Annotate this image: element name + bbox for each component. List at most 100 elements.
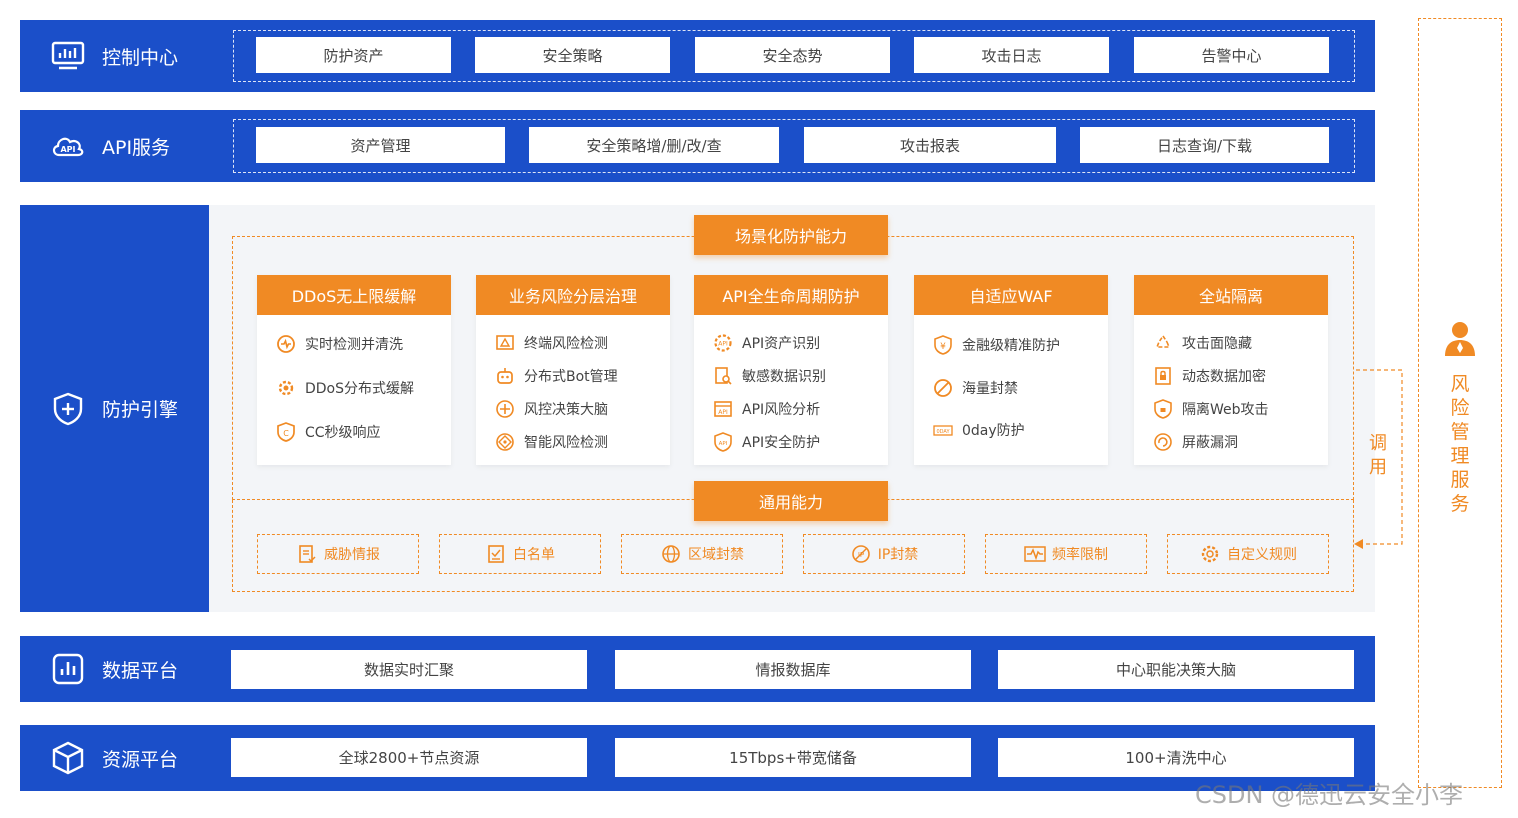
resource-platform-band: 资源平台 全球2800+节点资源 15Tbps+带宽储备 100+清洗中心 bbox=[20, 725, 1375, 791]
target-icon bbox=[494, 398, 516, 420]
document-search-icon bbox=[712, 365, 734, 387]
feature-terminal-risk: 终端风险检测 bbox=[494, 332, 608, 354]
feature-isolate-web: 隔离Web攻击 bbox=[1152, 398, 1269, 420]
svg-text:0DAY: 0DAY bbox=[936, 429, 950, 435]
general-threat-intel[interactable]: 威胁情报 bbox=[257, 534, 419, 574]
bot-icon bbox=[494, 365, 516, 387]
feature-attack-surface: 攻击面隐藏 bbox=[1152, 332, 1252, 354]
scenario-title-badge: 场景化防护能力 bbox=[694, 215, 888, 255]
user-icon bbox=[1445, 322, 1475, 356]
svg-text:API: API bbox=[719, 441, 728, 447]
general-custom-rule[interactable]: 自定义规则 bbox=[1167, 534, 1329, 574]
control-center-title: 控制中心 bbox=[102, 46, 179, 69]
feature-realtime-scrub: 实时检测并清洗 bbox=[275, 333, 403, 355]
resource-item-scrubbing-centers[interactable]: 100+清洗中心 bbox=[998, 738, 1354, 777]
control-center-label: 控制中心 bbox=[50, 20, 178, 92]
svg-text:API: API bbox=[718, 341, 728, 348]
api-item-log-query[interactable]: 日志查询/下载 bbox=[1080, 127, 1329, 163]
ban-icon bbox=[932, 377, 954, 399]
general-ip-block[interactable]: IP IP封禁 bbox=[803, 534, 965, 574]
lock-doc-icon bbox=[1152, 365, 1174, 387]
api-window-icon: API bbox=[712, 398, 734, 420]
control-center-band: 控制中心 防护资产 安全策略 安全态势 攻击日志 告警中心 bbox=[20, 20, 1375, 92]
feature-bot-management: 分布式Bot管理 bbox=[494, 365, 618, 387]
api-item-policy-crud[interactable]: 安全策略增/删/改/查 bbox=[529, 127, 779, 163]
control-item-protected-assets[interactable]: 防护资产 bbox=[256, 37, 451, 73]
control-item-security-policy[interactable]: 安全策略 bbox=[475, 37, 670, 73]
monitor-chart-icon bbox=[50, 38, 86, 74]
feature-mask-vuln: 屏蔽漏洞 bbox=[1152, 431, 1238, 453]
engine-label-panel: 防护引擎 bbox=[20, 205, 209, 612]
card-business-risk: 业务风险分层治理 终端风险检测 分布式Bot管理 风控决策大脑 智能风险检测 bbox=[476, 275, 670, 465]
feature-ddos-distributed: DDoS分布式缓解 bbox=[275, 377, 414, 399]
api-gear-icon: API bbox=[712, 332, 734, 354]
waveform-icon bbox=[1024, 543, 1046, 565]
api-item-attack-report[interactable]: 攻击报表 bbox=[804, 127, 1056, 163]
card-api-lifecycle: API全生命周期防护 API API资产识别 敏感数据识别 API API风险分… bbox=[694, 275, 888, 465]
card-ddos: DDoS无上限缓解 实时检测并清洗 DDoS分布式缓解 C CC秒级响应 bbox=[257, 275, 451, 465]
feature-risk-brain: 风控决策大脑 bbox=[494, 398, 608, 420]
svg-text:¥: ¥ bbox=[940, 342, 946, 352]
gear-icon bbox=[1199, 543, 1221, 565]
feature-mass-block: 海量封禁 bbox=[932, 377, 1018, 399]
data-platform-title: 数据平台 bbox=[102, 659, 179, 682]
data-platform-band: 数据平台 数据实时汇聚 情报数据库 中心职能决策大脑 bbox=[20, 636, 1375, 702]
call-label: 调 用 bbox=[1369, 433, 1387, 478]
shield-c-icon: C bbox=[275, 421, 297, 443]
general-rate-limit[interactable]: 频率限制 bbox=[985, 534, 1147, 574]
engine-label: 防护引擎 bbox=[50, 205, 178, 612]
data-platform-label: 数据平台 bbox=[50, 636, 178, 702]
resource-platform-title: 资源平台 bbox=[102, 748, 179, 771]
shield-lock-icon bbox=[1152, 398, 1174, 420]
data-item-intel-database[interactable]: 情报数据库 bbox=[615, 650, 971, 689]
feature-dynamic-encryption: 动态数据加密 bbox=[1152, 365, 1266, 387]
api-item-asset-management[interactable]: 资产管理 bbox=[256, 127, 505, 163]
shield-yen-icon: ¥ bbox=[932, 334, 954, 356]
feature-0day: 0DAY 0day防护 bbox=[932, 419, 1025, 441]
ip-ban-icon: IP bbox=[850, 543, 872, 565]
control-item-attack-log[interactable]: 攻击日志 bbox=[914, 37, 1109, 73]
card-api-lifecycle-title: API全生命周期防护 bbox=[694, 275, 888, 315]
svg-text:API: API bbox=[718, 409, 728, 416]
general-region-block[interactable]: 区域封禁 bbox=[621, 534, 783, 574]
data-item-decision-brain[interactable]: 中心职能决策大脑 bbox=[998, 650, 1354, 689]
data-item-realtime-aggregation[interactable]: 数据实时汇聚 bbox=[231, 650, 587, 689]
gear-icon bbox=[275, 377, 297, 399]
feature-sensitive-data: 敏感数据识别 bbox=[712, 365, 826, 387]
general-whitelist[interactable]: 白名单 bbox=[439, 534, 601, 574]
feature-api-risk: API API风险分析 bbox=[712, 398, 820, 420]
card-site-isolation: 全站隔离 攻击面隐藏 动态数据加密 隔离Web攻击 屏蔽漏洞 bbox=[1134, 275, 1328, 465]
globe-icon bbox=[660, 543, 682, 565]
control-item-alert-center[interactable]: 告警中心 bbox=[1134, 37, 1329, 73]
feature-financial-grade: ¥ 金融级精准防护 bbox=[932, 334, 1060, 356]
resource-platform-label: 资源平台 bbox=[50, 725, 178, 791]
card-site-isolation-title: 全站隔离 bbox=[1134, 275, 1328, 315]
feature-cc-response: C CC秒级响应 bbox=[275, 421, 381, 443]
checklist-icon bbox=[485, 543, 507, 565]
resource-item-bandwidth[interactable]: 15Tbps+带宽储备 bbox=[615, 738, 971, 777]
control-item-security-posture[interactable]: 安全态势 bbox=[695, 37, 890, 73]
recycle-icon bbox=[1152, 332, 1174, 354]
feature-smart-risk: 智能风险检测 bbox=[494, 431, 608, 453]
engine-title: 防护引擎 bbox=[102, 399, 179, 421]
bar-chart-icon bbox=[50, 651, 86, 687]
risk-service-label: 风 险 管 理 服 务 bbox=[1450, 373, 1470, 515]
document-check-icon bbox=[296, 543, 318, 565]
card-business-risk-title: 业务风险分层治理 bbox=[476, 275, 670, 315]
card-adaptive-waf: 自适应WAF ¥ 金融级精准防护 海量封禁 0DAY 0day防护 bbox=[914, 275, 1108, 465]
card-adaptive-waf-title: 自适应WAF bbox=[914, 275, 1108, 315]
card-ddos-title: DDoS无上限缓解 bbox=[257, 275, 451, 315]
pulse-circle-icon bbox=[275, 333, 297, 355]
cube-icon bbox=[50, 740, 86, 776]
shield-plus-icon bbox=[50, 391, 86, 427]
refresh-circle-icon bbox=[1152, 431, 1174, 453]
api-service-title: API服务 bbox=[102, 136, 171, 159]
radar-icon bbox=[494, 431, 516, 453]
api-service-band: API API服务 资产管理 安全策略增/删/改/查 攻击报表 日志查询/下载 bbox=[20, 110, 1375, 182]
resource-item-global-nodes[interactable]: 全球2800+节点资源 bbox=[231, 738, 587, 777]
warning-screen-icon bbox=[494, 332, 516, 354]
feature-api-asset: API API资产识别 bbox=[712, 332, 820, 354]
svg-text:API: API bbox=[60, 145, 75, 154]
svg-text:C: C bbox=[283, 429, 289, 438]
api-service-label: API API服务 bbox=[50, 110, 170, 182]
